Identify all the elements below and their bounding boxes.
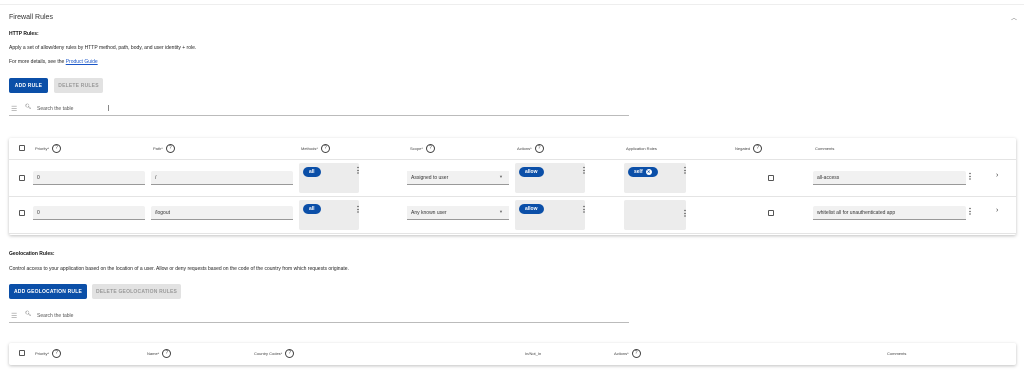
more-vert-icon[interactable]: ⋮: [354, 167, 362, 175]
action-chip[interactable]: allow: [519, 204, 544, 214]
table-header: Priority*? Name*? Country Codes*? In/Not…: [9, 343, 1016, 365]
add-rule-button[interactable]: ADD RULE: [9, 78, 48, 93]
help-icon[interactable]: ?: [425, 144, 435, 153]
actions-chip-box[interactable]: allow ⋮: [515, 163, 588, 193]
col-priority: Priority*?: [35, 349, 62, 358]
help-icon[interactable]: ?: [320, 144, 330, 153]
select-all-checkbox[interactable]: [19, 145, 25, 151]
more-vert-icon[interactable]: ⋮: [580, 206, 588, 214]
roles-chip-box[interactable]: ⋮: [624, 200, 689, 230]
roles-chip-box[interactable]: self ✕ ⋮: [624, 163, 689, 193]
col-negated: Negated?: [735, 144, 763, 153]
more-vert-icon[interactable]: ⋮: [966, 173, 974, 181]
text-cursor-icon: [108, 105, 109, 111]
dropdown-arrow-icon: ▼: [499, 209, 503, 214]
row-checkbox[interactable]: [19, 210, 25, 216]
col-methods: Methods*?: [301, 144, 330, 153]
path-field[interactable]: /logout: [151, 206, 293, 220]
more-vert-icon[interactable]: ⋮: [681, 167, 689, 175]
col-comments: Comments: [815, 146, 835, 151]
geo-search-bar: ☰ 🔍︎ Search the table: [9, 311, 629, 323]
scope-select[interactable]: Any known user ▼: [407, 206, 509, 220]
http-rules-table: Priority*? Path*? Methods*? Scope*? Acti…: [9, 138, 1016, 235]
actions-chip-box[interactable]: allow ⋮: [515, 200, 588, 230]
col-application-roles: Application Roles: [626, 146, 657, 151]
geo-rules-title: Geolocation Rules:: [9, 251, 55, 257]
comments-field[interactable]: all-access: [813, 171, 966, 185]
row-checkbox[interactable]: [19, 175, 25, 181]
add-geolocation-rule-button[interactable]: ADD GEOLOCATION RULE: [9, 284, 87, 299]
col-comments: Comments: [887, 351, 907, 356]
geo-rules-description: Control access to your application based…: [9, 266, 349, 272]
col-priority: Priority*?: [35, 144, 62, 153]
col-actions: Actions*?: [517, 144, 544, 153]
more-vert-icon[interactable]: ⋮: [580, 167, 588, 175]
http-rules-description: Apply a set of allow/deny rules by HTTP …: [9, 45, 197, 51]
help-icon[interactable]: ?: [285, 349, 295, 358]
table-row: 0 / all ⋮ Assigned to user ▼ allow ⋮ self…: [9, 160, 1016, 197]
path-field[interactable]: /: [151, 171, 293, 185]
more-vert-icon[interactable]: ⋮: [354, 206, 362, 214]
delete-geolocation-rules-button[interactable]: DELETE GEOLOCATION RULES: [92, 284, 181, 299]
geo-rules-table: Priority*? Name*? Country Codes*? In/Not…: [9, 343, 1016, 365]
help-icon[interactable]: ?: [52, 349, 62, 358]
method-chip[interactable]: all: [303, 167, 321, 177]
action-chip[interactable]: allow: [519, 167, 544, 177]
negated-checkbox[interactable]: [768, 210, 774, 216]
help-icon[interactable]: ?: [753, 144, 763, 153]
method-chip[interactable]: all: [303, 204, 321, 214]
priority-field[interactable]: 0: [33, 206, 145, 220]
close-icon[interactable]: ✕: [645, 169, 652, 175]
product-guide-link[interactable]: Product Guide: [66, 59, 98, 65]
help-icon[interactable]: ?: [52, 144, 62, 153]
search-icon: 🔍︎: [25, 104, 32, 110]
negated-checkbox[interactable]: [768, 175, 774, 181]
table-header: Priority*? Path*? Methods*? Scope*? Acti…: [9, 138, 1016, 160]
help-icon[interactable]: ?: [165, 144, 175, 153]
chevron-right-icon[interactable]: ›: [996, 172, 998, 179]
help-icon[interactable]: ?: [162, 349, 172, 358]
col-actions: Actions*?: [614, 349, 641, 358]
col-name: Name*?: [147, 349, 172, 358]
col-scope: Scope*?: [410, 144, 435, 153]
scope-select[interactable]: Assigned to user ▼: [407, 171, 509, 185]
help-icon[interactable]: ?: [534, 144, 544, 153]
section-title: Firewall Rules: [9, 14, 53, 21]
geo-search-input[interactable]: Search the table: [37, 313, 73, 319]
http-search-input[interactable]: Search the table: [37, 106, 73, 112]
col-path: Path*?: [153, 144, 175, 153]
methods-chip-box[interactable]: all ⋮: [299, 200, 362, 230]
delete-rules-button[interactable]: DELETE RULES: [54, 78, 103, 93]
table-row: 0 /logout all ⋮ Any known user ▼ allow ⋮ …: [9, 197, 1016, 234]
col-country-codes: Country Codes*?: [254, 349, 295, 358]
chevron-up-icon[interactable]: ︿: [1011, 13, 1017, 22]
search-icon: 🔍︎: [25, 311, 32, 317]
methods-chip-box[interactable]: all ⋮: [299, 163, 362, 193]
filter-icon[interactable]: ☰: [11, 312, 17, 320]
http-rules-title: HTTP Rules:: [9, 31, 39, 37]
top-divider: [0, 4, 1024, 5]
dropdown-arrow-icon: ▼: [499, 174, 503, 179]
role-chip[interactable]: self ✕: [628, 167, 658, 177]
more-vert-icon[interactable]: ⋮: [966, 208, 974, 216]
chevron-right-icon[interactable]: ›: [996, 207, 998, 214]
comments-field[interactable]: whitelist all for unauthenticated app: [813, 206, 966, 220]
help-icon[interactable]: ?: [631, 349, 641, 358]
http-search-bar: ☰ 🔍︎ Search the table: [9, 104, 629, 116]
more-vert-icon[interactable]: ⋮: [681, 210, 689, 218]
priority-field[interactable]: 0: [33, 171, 145, 185]
select-all-checkbox[interactable]: [19, 350, 25, 356]
filter-icon[interactable]: ☰: [11, 105, 17, 113]
product-guide-line: For more details, see the Product Guide: [9, 59, 98, 65]
col-in-not-in: In/Not_In: [525, 351, 542, 356]
